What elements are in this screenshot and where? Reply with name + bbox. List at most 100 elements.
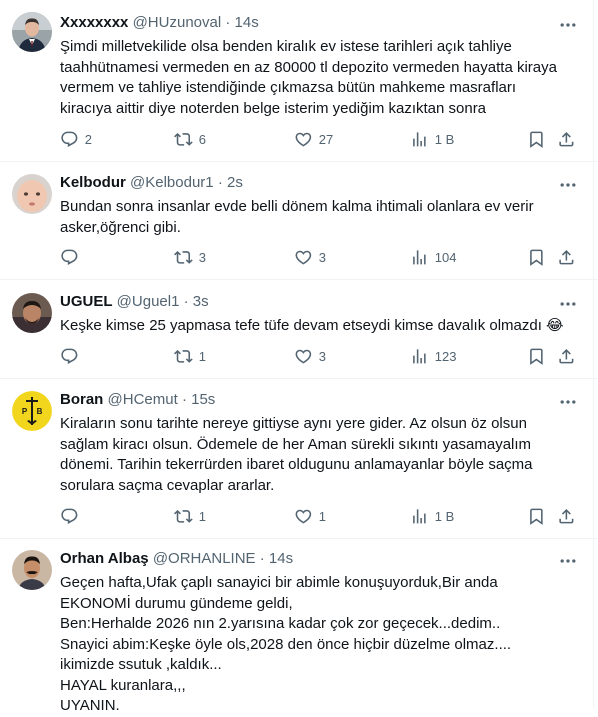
views-chart-icon [413, 508, 426, 524]
separator-dot: · [225, 14, 231, 31]
views-count: 123 [434, 348, 457, 364]
separator-dot: · [259, 550, 265, 567]
emblem-letter: P [22, 407, 28, 416]
retweet-button[interactable]: 3 [174, 247, 206, 267]
tweet-header: UGUEL @Uguel1 · 3s [60, 292, 209, 312]
tweet-text-line: dönemi. Tarihin tekerrürden ibaret oldug… [60, 456, 533, 473]
retweet-button[interactable]: 1 [174, 506, 206, 526]
retweet-count: 1 [198, 508, 206, 524]
more-icon[interactable] [558, 551, 578, 571]
timestamp[interactable]: 3s [193, 293, 209, 310]
tweet-text: Şimdi milletvekilide olsa benden kiralık… [60, 37, 580, 119]
tweet[interactable]: P B Boran @HCemut · 15s Kiraların sonu t… [0, 379, 598, 539]
views-chart-icon [413, 131, 426, 147]
display-name[interactable]: Orhan Albaş [60, 550, 149, 567]
user-handle[interactable]: @Kelbodur1 [130, 174, 214, 191]
avatar[interactable] [12, 12, 52, 52]
tweet-header: Orhan Albaş @ORHANLINE · 14s [60, 549, 293, 569]
tweet-text-line: UYANIN. [60, 697, 120, 714]
timestamp[interactable]: 2s [227, 174, 243, 191]
tweet-actions: 1 3 123 [60, 346, 580, 366]
heart-icon [295, 132, 312, 147]
share-button[interactable] [557, 346, 576, 366]
bookmark-button[interactable] [527, 129, 546, 149]
like-button[interactable]: 27 [294, 129, 333, 149]
tweet-actions: 2 6 27 1 B [60, 129, 580, 149]
like-button[interactable]: 1 [294, 506, 326, 526]
bookmark-icon [530, 508, 543, 525]
tweet-text-line: Keşke kimse 25 yapmasa tefe tüfe devam e… [60, 317, 564, 334]
more-icon[interactable] [558, 392, 578, 412]
like-button[interactable]: 3 [294, 346, 326, 366]
tweet-text-line: Ben:Herhalde 2026 nın 2.yarısına kadar ç… [60, 615, 501, 632]
user-handle[interactable]: @ORHANLINE [153, 550, 256, 567]
share-button[interactable] [557, 129, 576, 149]
reply-button[interactable]: 2 [60, 129, 92, 149]
views-count: 1 B [434, 131, 455, 147]
avatar[interactable] [12, 174, 52, 214]
separator-dot: · [217, 174, 223, 191]
like-button[interactable]: 3 [294, 247, 326, 267]
bookmark-button[interactable] [527, 506, 546, 526]
tweet-text-line: sorulara saçma cevaplar ararlar. [60, 476, 275, 494]
heart-icon [295, 250, 312, 265]
retweet-count: 6 [198, 131, 206, 147]
more-icon[interactable] [558, 294, 578, 314]
timestamp[interactable]: 15s [191, 391, 215, 408]
bookmark-icon [530, 249, 543, 266]
display-name[interactable]: UGUEL [60, 293, 113, 310]
timestamp[interactable]: 14s [269, 550, 293, 567]
reply-button[interactable] [60, 506, 85, 526]
retweet-button[interactable]: 6 [174, 129, 206, 149]
tweet[interactable]: Orhan Albaş @ORHANLINE · 14s Geçen hafta… [0, 539, 598, 714]
tweet-header: Boran @HCemut · 15s [60, 390, 215, 410]
tweet-actions: 3 3 104 [60, 247, 580, 267]
separator-dot: · [183, 293, 189, 310]
tweet-text: Keşke kimse 25 yapmasa tefe tüfe devam e… [60, 316, 580, 337]
avatar[interactable]: P B [12, 391, 52, 431]
reply-icon [61, 249, 78, 265]
share-button[interactable] [557, 247, 576, 267]
reply-button[interactable] [60, 346, 85, 366]
views-chart-icon [413, 249, 426, 265]
timestamp[interactable]: 14s [235, 14, 259, 31]
more-icon[interactable] [558, 175, 578, 195]
bookmark-icon [530, 348, 543, 365]
tweet-text-line: Kiraların sonu tarihte nereye gittiyse a… [60, 415, 527, 432]
reply-button[interactable] [60, 247, 85, 267]
tweet-text-line: Bundan sonra insanlar evde belli dönem k… [60, 198, 534, 215]
separator-dot: · [181, 391, 187, 408]
tweet[interactable]: UGUEL @Uguel1 · 3s Keşke kimse 25 yapmas… [0, 280, 598, 379]
views-button[interactable]: 123 [410, 346, 456, 366]
tweet[interactable]: Xxxxxxxx @HUzunoval · 14s Şimdi milletve… [0, 0, 598, 162]
reply-icon [61, 348, 78, 364]
display-name[interactable]: Xxxxxxxx [60, 14, 128, 31]
retweet-icon [174, 250, 193, 264]
tweet[interactable]: Kelbodur @Kelbodur1 · 2s Bundan sonra in… [0, 162, 598, 280]
bookmark-icon [530, 131, 543, 148]
views-button[interactable]: 1 B [410, 129, 454, 149]
reply-count: 2 [84, 131, 92, 147]
bookmark-button[interactable] [527, 346, 546, 366]
user-handle[interactable]: @HCemut [108, 391, 178, 408]
share-icon [559, 249, 574, 265]
retweet-icon [174, 349, 193, 363]
views-button[interactable]: 104 [410, 247, 456, 267]
timeline: Xxxxxxxx @HUzunoval · 14s Şimdi milletve… [0, 0, 598, 714]
views-button[interactable]: 1 B [410, 506, 454, 526]
more-icon[interactable] [558, 15, 578, 35]
tweet-text: Geçen hafta,Ufak çaplı sanayici bir abim… [60, 573, 580, 717]
share-icon [559, 508, 574, 524]
like-count: 3 [318, 348, 326, 364]
bookmark-button[interactable] [527, 247, 546, 267]
avatar[interactable] [12, 293, 52, 333]
display-name[interactable]: Boran [60, 391, 103, 408]
user-handle[interactable]: @Uguel1 [117, 293, 180, 310]
display-name[interactable]: Kelbodur [60, 174, 126, 191]
tweet-text-line: EKONOMİ durumu gündeme geldi, [60, 594, 293, 612]
views-count: 1 B [434, 508, 455, 524]
avatar[interactable] [12, 550, 52, 590]
retweet-button[interactable]: 1 [174, 346, 206, 366]
user-handle[interactable]: @HUzunoval [133, 14, 222, 31]
share-button[interactable] [557, 506, 576, 526]
